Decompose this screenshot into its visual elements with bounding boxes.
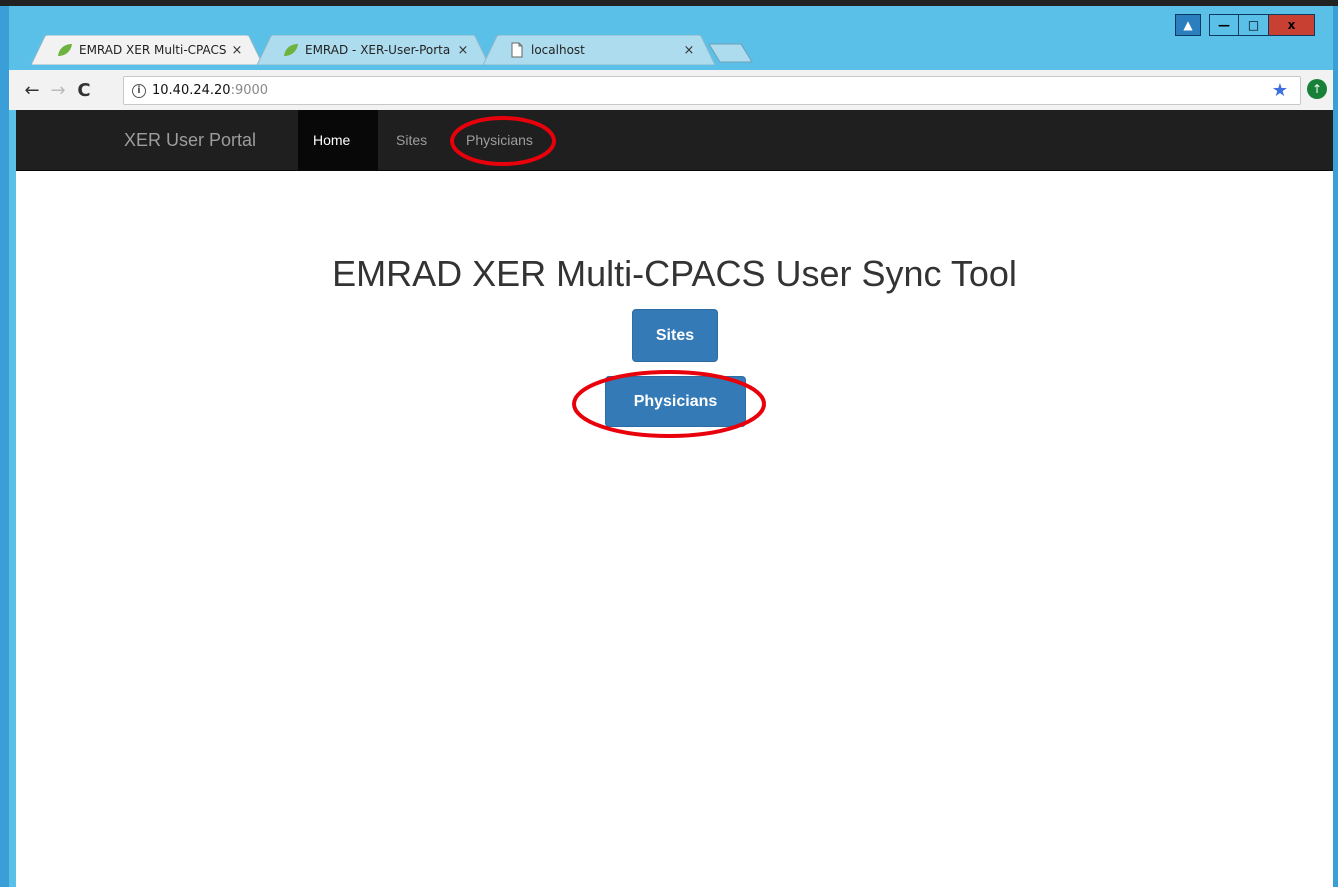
tab-title: EMRAD - XER-User-Porta (305, 43, 451, 57)
extension-icon[interactable]: ↑ (1307, 79, 1327, 99)
page-icon (509, 42, 525, 58)
window-left-border (0, 6, 9, 887)
site-navbar: XER User Portal Home Sites Physicians (16, 110, 1333, 171)
address-bar[interactable]: i 10.40.24.20:9000 ★ (123, 76, 1301, 105)
maximize-button[interactable]: □ (1239, 14, 1269, 36)
brand-link[interactable]: XER User Portal (124, 110, 256, 170)
url-host: 10.40.24.20 (152, 83, 231, 98)
tab-localhost[interactable]: localhost × (483, 35, 715, 65)
web-page: XER User Portal Home Sites Physicians EM… (16, 110, 1333, 887)
window-controls: ▲ — □ x (1175, 14, 1315, 36)
browser-toolbar: ← → C i 10.40.24.20:9000 ★ ↑ (9, 70, 1333, 110)
tab-title: localhost (531, 43, 585, 57)
tab-emrad-xer-multi-cpacs[interactable]: EMRAD XER Multi-CPACS × (31, 35, 263, 65)
new-tab-button[interactable] (708, 43, 753, 63)
url-port: :9000 (230, 83, 269, 98)
bookmark-star-icon[interactable]: ★ (1272, 80, 1288, 101)
window-right-border (1333, 6, 1338, 887)
page-title: EMRAD XER Multi-CPACS User Sync Tool (332, 253, 1017, 294)
nav-sites[interactable]: Sites (381, 110, 442, 170)
sites-button[interactable]: Sites (632, 309, 718, 362)
profile-icon[interactable]: ▲ (1175, 14, 1201, 36)
nav-home[interactable]: Home (298, 110, 378, 170)
close-window-button[interactable]: x (1269, 14, 1315, 36)
tab-emrad-xer-user-portal[interactable]: EMRAD - XER-User-Porta × (257, 35, 489, 65)
tab-close-icon[interactable]: × (453, 43, 473, 58)
spring-leaf-icon (57, 42, 73, 58)
browser-window: EMRAD XER Multi-CPACS × EMRAD - XER-User… (0, 0, 1338, 887)
spring-leaf-icon (283, 42, 299, 58)
reload-icon[interactable]: C (71, 77, 97, 103)
forward-arrow-icon[interactable]: → (45, 77, 71, 103)
tab-close-icon[interactable]: × (227, 43, 247, 58)
minimize-button[interactable]: — (1209, 14, 1239, 36)
tab-strip: EMRAD XER Multi-CPACS × EMRAD - XER-User… (9, 6, 1333, 66)
tab-title: EMRAD XER Multi-CPACS (79, 43, 227, 57)
physicians-button[interactable]: Physicians (605, 376, 746, 427)
nav-physicians[interactable]: Physicians (451, 110, 548, 170)
tab-close-icon[interactable]: × (679, 43, 699, 58)
back-arrow-icon[interactable]: ← (19, 77, 45, 103)
info-icon[interactable]: i (132, 83, 146, 98)
